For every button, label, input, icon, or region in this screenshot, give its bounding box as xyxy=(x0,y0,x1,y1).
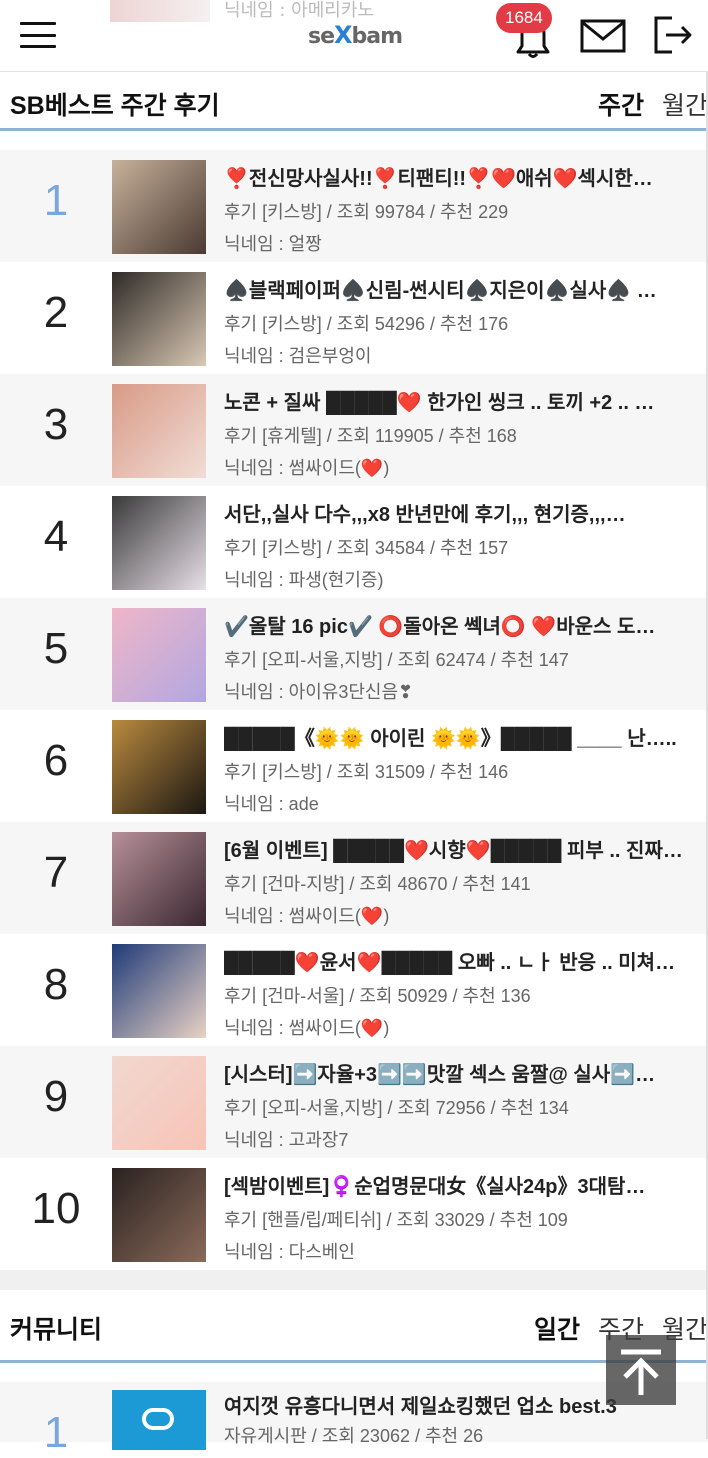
review-thumbnail[interactable] xyxy=(112,832,206,926)
section-divider xyxy=(0,128,708,131)
review-thumbnail[interactable] xyxy=(112,720,206,814)
site-logo[interactable]: seXbam xyxy=(300,18,410,52)
notification-badge: 1684 xyxy=(496,3,552,33)
review-nickname: 닉네임 : 검은부엉이 xyxy=(224,346,372,366)
review-meta: 후기 [휴게텔] / 조회 119905 / 추천 168 xyxy=(224,426,517,446)
review-title[interactable]: █████《🌞🌞 아이린 🌞🌞》█████ ____ 난….. xyxy=(224,722,686,751)
post-thumbnail[interactable] xyxy=(112,1390,206,1450)
rank-number: 4 xyxy=(43,512,69,561)
rank-number: 10 xyxy=(31,1184,81,1233)
section-divider xyxy=(0,1360,708,1363)
scroll-to-top-button[interactable] xyxy=(606,1335,676,1405)
review-nickname: 닉네임 : 얼짱 xyxy=(224,234,322,254)
community-section-header: 커뮤니티 일간 주간 월간 xyxy=(0,1296,708,1356)
logo-text-x: X xyxy=(333,21,352,49)
previous-thumbnail-peek xyxy=(110,0,210,22)
review-title[interactable]: ♠️블랙페이퍼♠️신림-썬시티♠️지은이♠️실사♠️ … xyxy=(224,274,686,303)
review-nickname: 닉네임 : 썸싸이드(❤️) xyxy=(224,458,390,478)
list-item[interactable]: 4 서단,,실사 다수,,,x8 반년만에 후기,,, 현기증,,,… 후기 [키스… xyxy=(0,486,708,598)
review-meta: 후기 [건마-지방] / 조회 48670 / 추천 141 xyxy=(224,874,531,894)
rank-number: 7 xyxy=(43,848,69,897)
review-title[interactable]: 노콘 + 질싸 █████❤️ 한가인 씽크 .. 토끼 +2 .. … xyxy=(224,386,686,415)
list-item[interactable]: 6 █████《🌞🌞 아이린 🌞🌞》█████ ____ 난….. 후기 [키스방]… xyxy=(0,710,708,822)
list-item[interactable]: 9 [시스터]➡️자율+3➡️➡️맛깔 섹스 움짤@ 실사➡️… 후기 [오피-서울… xyxy=(0,1046,708,1158)
review-nickname: 닉네임 : 다스베인 xyxy=(224,1242,355,1262)
list-item[interactable]: 8 █████❤️윤서❤️█████ 오빠 .. ㄴㅏ 반응 .. 미쳐… 후기 [… xyxy=(0,934,708,1046)
review-title[interactable]: [6월 이벤트] █████❤️시향❤️█████ 피부 .. 진짜 … xyxy=(224,834,686,863)
review-title[interactable]: 서단,,실사 다수,,,x8 반년만에 후기,,, 현기증,,,… xyxy=(224,498,686,527)
review-nickname: 닉네임 : 고과장7 xyxy=(224,1130,349,1150)
review-title[interactable]: █████❤️윤서❤️█████ 오빠 .. ㄴㅏ 반응 .. 미쳐… xyxy=(224,946,686,975)
review-thumbnail[interactable] xyxy=(112,1168,206,1262)
community-section-title: 커뮤니티 xyxy=(10,1316,103,1344)
post-meta: 자유게시판 / 조회 23062 / 추천 26 xyxy=(224,1426,484,1446)
rank-number: 3 xyxy=(43,400,69,449)
list-item[interactable]: 10 [섹밤이벤트]♀️순업명문대女《실사24p》3대탐… 후기 [핸플/립/페티쉬… xyxy=(0,1158,708,1270)
logo-text-left: se xyxy=(307,24,335,49)
review-thumbnail[interactable] xyxy=(112,160,206,254)
logout-icon[interactable] xyxy=(652,14,694,56)
arrow-up-to-top-icon xyxy=(621,1349,661,1395)
review-meta: 후기 [오피-서울,지방] / 조회 62474 / 추천 147 xyxy=(224,650,569,670)
mail-icon[interactable] xyxy=(580,16,626,56)
rank-number: 6 xyxy=(43,736,69,785)
rank-number: 8 xyxy=(43,960,69,1009)
rank-number: 9 xyxy=(43,1072,69,1121)
logo-text-right: bam xyxy=(351,24,404,49)
review-meta: 후기 [키스방] / 조회 31509 / 추천 146 xyxy=(224,762,509,782)
review-thumbnail[interactable] xyxy=(112,272,206,366)
review-thumbnail[interactable] xyxy=(112,944,206,1038)
review-title[interactable]: [시스터]➡️자율+3➡️➡️맛깔 섹스 움짤@ 실사➡️… xyxy=(224,1058,686,1087)
review-nickname: 닉네임 : 파생(현기증) xyxy=(224,570,384,590)
review-title[interactable]: ❣️전신망사실사!!❣️티팬티!!❣️❤️애쉬❤️섹시한… xyxy=(224,162,686,191)
best-period-tabs: 주간 월간 xyxy=(598,86,708,122)
rank-number: 1 xyxy=(43,176,69,225)
list-item[interactable]: 2 ♠️블랙페이퍼♠️신림-썬시티♠️지은이♠️실사♠️ … 후기 [키스방] / … xyxy=(0,262,708,374)
review-meta: 후기 [건마-서울] / 조회 50929 / 추천 136 xyxy=(224,986,531,1006)
review-nickname: 닉네임 : ade xyxy=(224,794,319,814)
rank-number: 5 xyxy=(43,624,69,673)
best-section-header: SB베스트 주간 후기 주간 월간 xyxy=(0,72,708,132)
list-item[interactable]: 1 ❣️전신망사실사!!❣️티팬티!!❣️❤️애쉬❤️섹시한… 후기 [키스방] /… xyxy=(0,150,708,262)
rank-number: 2 xyxy=(43,288,69,337)
list-item[interactable]: 3 노콘 + 질싸 █████❤️ 한가인 씽크 .. 토끼 +2 .. … 후기 … xyxy=(0,374,708,486)
review-thumbnail[interactable] xyxy=(112,384,206,478)
review-meta: 후기 [키스방] / 조회 54296 / 추천 176 xyxy=(224,314,509,334)
tab-daily[interactable]: 일간 xyxy=(534,1310,580,1346)
menu-icon[interactable] xyxy=(20,22,56,50)
review-thumbnail[interactable] xyxy=(112,496,206,590)
tab-weekly[interactable]: 주간 xyxy=(598,86,644,122)
app-header: 닉네임 : 아메리카노 seXbam 1684 xyxy=(0,0,708,72)
rank-number: 1 xyxy=(43,1408,69,1457)
tab-monthly[interactable]: 월간 xyxy=(662,86,708,122)
review-title[interactable]: [섹밤이벤트]♀️순업명문대女《실사24p》3대탐… xyxy=(224,1170,686,1199)
list-item[interactable]: 5 ✔️올탈 16 pic✔️ ⭕돌아온 쎅녀⭕ ❤️바운스 도… 후기 [오피-서… xyxy=(0,598,708,710)
review-thumbnail[interactable] xyxy=(112,1056,206,1150)
community-list-item[interactable]: 1 여지껏 유흥다니면서 제일쇼킹했던 업소 best.3 자유게시판 / 조회… xyxy=(0,1382,708,1457)
review-meta: 후기 [키스방] / 조회 99784 / 추천 229 xyxy=(224,202,509,222)
list-item[interactable]: 7 [6월 이벤트] █████❤️시향❤️█████ 피부 .. 진짜 … 후기 … xyxy=(0,822,708,934)
review-title[interactable]: ✔️올탈 16 pic✔️ ⭕돌아온 쎅녀⭕ ❤️바운스 도… xyxy=(224,610,686,639)
review-meta: 후기 [오피-서울,지방] / 조회 72956 / 추천 134 xyxy=(224,1098,569,1118)
review-nickname: 닉네임 : 썸싸이드(❤️) xyxy=(224,906,390,926)
review-meta: 후기 [키스방] / 조회 34584 / 추천 157 xyxy=(224,538,509,558)
review-nickname: 닉네임 : 아이유3단신음❣ xyxy=(224,682,414,702)
best-review-list: 1 ❣️전신망사실사!!❣️티팬티!!❣️❤️애쉬❤️섹시한… 후기 [키스방] /… xyxy=(0,150,708,1270)
review-meta: 후기 [핸플/립/페티쉬] / 조회 33029 / 추천 109 xyxy=(224,1210,568,1230)
section-gap xyxy=(0,1270,708,1290)
best-section-title: SB베스트 주간 후기 xyxy=(10,92,220,120)
review-nickname: 닉네임 : 썸싸이드(❤️) xyxy=(224,1018,390,1038)
review-thumbnail[interactable] xyxy=(112,608,206,702)
